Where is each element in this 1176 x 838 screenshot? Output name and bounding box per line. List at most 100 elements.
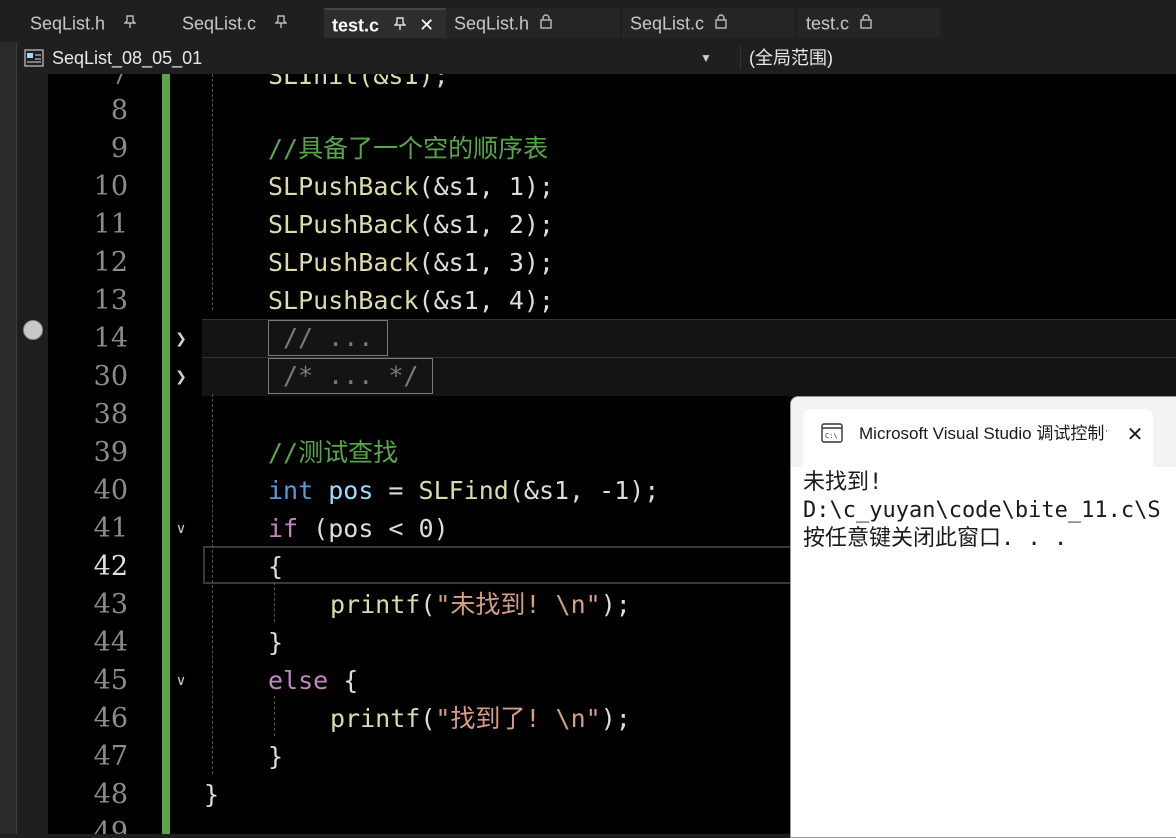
line-number: 11 [93,209,128,240]
code-text: ( [420,590,436,619]
expand-chevron-icon[interactable]: ❯ [174,370,188,384]
code-line[interactable]: SLPushBack(&s1, 2); [268,206,554,244]
lock-icon [715,9,727,37]
line-number: 48 [93,779,128,810]
tab-seqlist-h[interactable]: SeqList.h [22,8,168,38]
console-tab[interactable]: C:\ Microsoft Visual Studio 调试控制台 ✕ [803,409,1153,467]
collapsed-region-comment[interactable]: // ... [268,320,389,356]
code-line[interactable]: printf("找到了! \n"); [330,700,631,738]
close-icon[interactable]: ✕ [419,11,434,39]
code-line[interactable]: else { [268,662,358,700]
function-name: printf [330,590,421,619]
line-number: 40 [93,475,128,506]
indent-guide [274,696,275,736]
code-text: (&s1, 4); [418,286,554,315]
code-text: (&s1, 3); [418,248,554,277]
console-line: 未找到! [803,470,883,495]
code-text: (pos < 0) [298,514,449,543]
code-line[interactable]: SLPushBack(&s1, 1); [268,168,554,206]
line-number: 45 [93,665,128,696]
code-line-comment[interactable]: //测试查找 [268,434,398,472]
string-literal: "找到了! \n" [435,704,601,733]
navigation-bar: SeqList_08_05_01 ▼ (全局范围) [18,42,1176,75]
code-text: ); [600,704,631,733]
svg-text:C:\: C:\ [825,432,838,440]
line-number: 43 [93,589,128,620]
line-number: 49 [93,817,128,834]
code-line[interactable]: int pos = SLFind(&s1, -1); [268,472,659,510]
line-number: 41 [93,513,128,544]
line-number-current: 42 [93,551,128,582]
function-name: SLPushBack [268,248,419,277]
debug-console-window[interactable]: C:\ Microsoft Visual Studio 调试控制台 ✕ 未找到!… [790,396,1176,838]
console-icon: C:\ [821,423,843,447]
line-number: 10 [93,171,128,202]
console-line: D:\c_yuyan\code\bite_11.c\S [803,498,1161,523]
function-name: SLFind [418,476,509,505]
lock-icon [860,9,872,37]
left-tool-strip [0,0,17,834]
line-number: 30 [93,361,128,392]
pin-icon[interactable] [393,11,407,39]
code-line-comment[interactable]: //具备了一个空的顺序表 [268,130,548,168]
code-line[interactable]: SLPushBack(&s1, 4); [268,282,554,320]
variable: pos [328,476,374,505]
function-name: printf [330,704,421,733]
change-tracking-bar [162,74,170,834]
operator: = [373,476,419,505]
code-line[interactable]: } [268,738,283,776]
pin-icon[interactable] [274,9,288,37]
line-number: 46 [93,703,128,734]
scope-dropdown[interactable]: (全局范围) [740,46,833,70]
tab-seqlist-c[interactable]: SeqList.c [174,8,322,38]
collapse-chevron-icon[interactable]: ∨ [174,674,188,688]
code-line[interactable]: SLPushBack(&s1, 3); [268,244,554,282]
string-literal: "未找到! \n" [435,590,601,619]
code-line[interactable]: printf("未找到! \n"); [330,586,631,624]
console-titlebar: C:\ Microsoft Visual Studio 调试控制台 ✕ [791,397,1176,467]
tab-label: SeqList.h [454,13,530,34]
code-text: ( [420,704,436,733]
code-line[interactable]: SLInit(&s1); [268,74,449,95]
tab-seqlist-h-locked[interactable]: SeqList.h [446,8,620,38]
tab-seqlist-c-locked[interactable]: SeqList.c [622,8,794,38]
tab-label: test.c [806,13,850,34]
project-dropdown[interactable]: SeqList_08_05_01 ▼ [22,46,714,70]
line-number: 8 [110,95,128,126]
tab-label: SeqList.c [182,13,257,34]
chevron-down-icon[interactable]: ▼ [700,46,712,70]
code-line[interactable]: { [268,548,283,586]
lock-icon [540,9,552,37]
breakpoint-icon[interactable] [23,320,43,340]
console-title: Microsoft Visual Studio 调试控制台 [859,424,1107,443]
document-tab-bar: SeqList.h SeqList.c test.c ✕ SeqList.h S… [0,0,1176,42]
line-number: 14 [93,323,128,354]
close-icon[interactable]: ✕ [1123,423,1147,447]
tab-label: test.c [332,15,380,36]
keyword: else [268,666,329,695]
breakpoint-margin[interactable] [18,74,48,834]
indent-guide [212,74,213,310]
code-text: { [328,666,359,695]
collapsed-region-block[interactable]: /* ... */ [268,358,434,394]
expand-chevron-icon[interactable]: ❯ [174,332,188,346]
code-line[interactable]: } [204,776,219,814]
project-icon [24,49,44,73]
code-text: (&s1, -1); [508,476,660,505]
console-output: 未找到! D:\c_yuyan\code\bite_11.c\S 按任意键关闭此窗口… [803,469,1161,553]
indent-guide [212,394,213,774]
tab-test-c-locked[interactable]: test.c [798,8,940,38]
code-line[interactable]: } [268,624,283,662]
function-name: SLPushBack [268,210,419,239]
console-line: 按任意键关闭此窗口. . . [803,526,1068,551]
line-number: 13 [93,285,128,316]
code-line[interactable]: if (pos < 0) [268,510,449,548]
line-number: 12 [93,247,128,278]
function-name: SLPushBack [268,286,419,315]
tab-test-c-active[interactable]: test.c ✕ [324,8,446,38]
line-number: 38 [93,399,128,430]
pin-icon[interactable] [123,9,137,37]
line-number: 9 [110,133,128,164]
collapse-chevron-icon[interactable]: ∨ [174,522,188,536]
keyword: int [268,476,314,505]
